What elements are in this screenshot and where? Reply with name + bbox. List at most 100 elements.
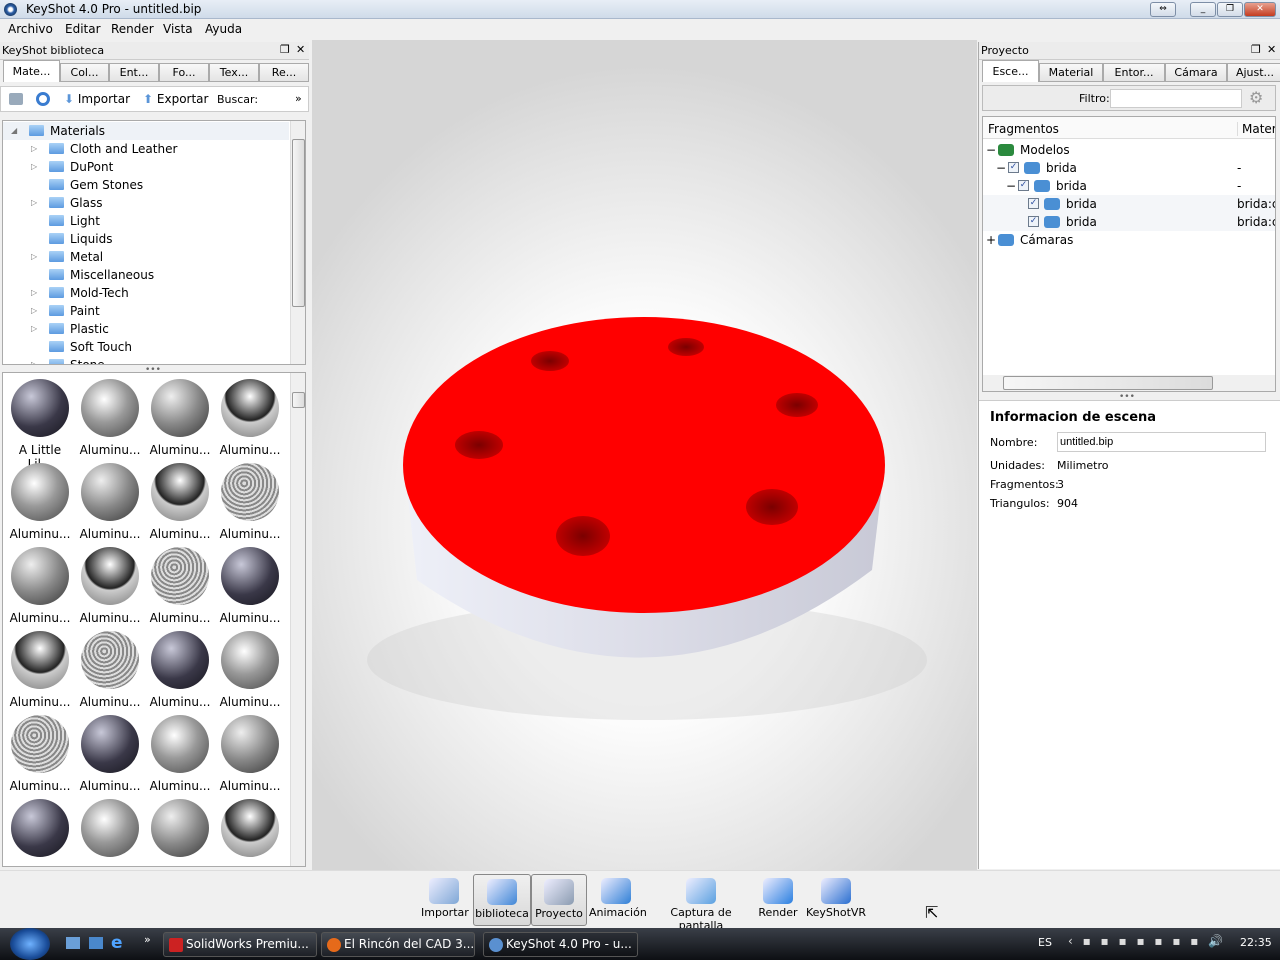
menu-archivo[interactable]: Archivo [8,22,53,36]
material-swatch[interactable] [81,799,139,857]
material-swatch[interactable] [81,631,139,689]
project-tab-4[interactable]: Ajust... [1227,63,1280,82]
restore-size-button[interactable]: ⇔ [1150,2,1176,17]
clock[interactable]: 22:35 [1240,936,1272,949]
expand-icon[interactable]: ▷ [31,158,37,176]
filter-input[interactable] [1110,89,1242,108]
scroll-thumb[interactable] [292,139,305,307]
expand-icon[interactable]: ▷ [31,284,37,302]
material-swatch[interactable] [81,547,139,605]
project-tab-0[interactable]: Esce... [982,60,1039,82]
library-tab-5[interactable]: Re... [259,63,309,82]
library-tab-1[interactable]: Col... [60,63,109,82]
tree-item[interactable]: ▷ Stone [3,356,289,364]
material-swatch[interactable] [221,463,279,521]
add-folder-icon[interactable] [9,93,23,105]
collapse-icon[interactable]: − [1006,177,1016,195]
material-swatch[interactable] [11,463,69,521]
expand-icon[interactable]: ▷ [31,248,37,266]
tree-item[interactable]: Gem Stones [3,176,289,194]
material-swatch[interactable] [151,715,209,773]
visibility-checkbox[interactable]: ✓ [1018,180,1029,191]
material-swatch[interactable] [11,631,69,689]
more-button[interactable]: » [295,92,302,105]
tree-item[interactable]: ▷ Cloth and Leather [3,140,289,158]
expand-icon[interactable]: ▷ [31,356,37,364]
render-viewport[interactable] [312,40,977,870]
language-indicator[interactable]: ES [1038,936,1052,949]
library-tab-0[interactable]: Mate... [3,60,60,82]
column-fragmentos[interactable]: Fragmentos [988,122,1059,136]
float-icon[interactable]: ❐ [1251,43,1261,56]
export-button[interactable]: ⬆ Exportar [143,92,208,106]
library-tab-4[interactable]: Tex... [209,63,259,82]
refresh-icon[interactable] [36,92,50,106]
taskbar-task[interactable]: El Rincón del CAD 3... [321,932,475,957]
material-swatch[interactable] [81,463,139,521]
material-swatch[interactable] [151,547,209,605]
tree-item[interactable]: Miscellaneous [3,266,289,284]
animation-button[interactable]: Animación [589,874,647,926]
internet-explorer-icon[interactable]: e [111,933,123,953]
menu-vista[interactable]: Vista [163,22,193,36]
tree-item[interactable]: ▷ Mold-Tech [3,284,289,302]
fragment-row[interactable]: − ✓ brida - [983,177,1275,195]
expand-icon[interactable]: ▷ [31,194,37,212]
material-swatch[interactable] [81,715,139,773]
taskbar-task[interactable]: SolidWorks Premiu... [163,932,317,957]
material-swatch[interactable] [11,799,69,857]
tree-scrollbar[interactable] [290,121,305,364]
minimize-button[interactable]: _ [1190,2,1216,17]
material-swatch[interactable] [151,631,209,689]
scroll-thumb[interactable] [292,392,305,408]
screenshot-button[interactable]: Captura de pantalla [650,874,752,932]
collapse-icon[interactable]: − [986,141,996,159]
expand-icon[interactable]: ▷ [31,140,37,158]
library-button[interactable]: biblioteca [473,874,531,926]
menu-ayuda[interactable]: Ayuda [205,22,242,36]
fragment-row[interactable]: − Modelos [983,141,1275,159]
tree-root-materials[interactable]: ◢ Materials [3,122,289,140]
tree-item[interactable]: ▷ Paint [3,302,289,320]
material-swatch[interactable] [11,547,69,605]
visibility-checkbox[interactable]: ✓ [1028,216,1039,227]
import-button[interactable]: Importar [421,874,469,926]
material-swatch[interactable] [221,715,279,773]
menu-render[interactable]: Render [111,22,154,36]
visibility-checkbox[interactable]: ✓ [1028,198,1039,209]
close-panel-icon[interactable]: ✕ [1267,43,1276,56]
expand-icon[interactable]: ▷ [31,302,37,320]
project-tab-2[interactable]: Entor... [1103,63,1165,82]
tree-item[interactable]: Light [3,212,289,230]
visibility-checkbox[interactable]: ✓ [1008,162,1019,173]
maximize-button[interactable]: ❐ [1217,2,1243,17]
project-button[interactable]: Proyecto [531,874,587,926]
material-swatch[interactable] [81,379,139,437]
float-icon[interactable]: ❐ [280,43,290,56]
fragment-row[interactable]: ✓ brida brida:c [983,213,1275,231]
name-input[interactable] [1057,432,1266,452]
tree-item[interactable]: Soft Touch [3,338,289,356]
show-desktop-icon[interactable] [66,937,80,949]
material-swatch[interactable] [11,715,69,773]
material-swatch[interactable] [151,799,209,857]
material-swatch[interactable] [221,631,279,689]
fragment-row[interactable]: − ✓ brida - [983,159,1275,177]
fragment-row[interactable]: ✓ brida brida:c [983,195,1275,213]
project-tab-1[interactable]: Material [1039,63,1103,82]
tree-item[interactable]: ▷ Metal [3,248,289,266]
scroll-thumb[interactable] [1003,376,1213,390]
taskbar-task[interactable]: KeyShot 4.0 Pro - u... [483,932,638,957]
close-panel-icon[interactable]: ✕ [296,43,305,56]
import-button[interactable]: ⬇ Importar [64,92,130,106]
tree-item[interactable]: ▷ DuPont [3,158,289,176]
quicklaunch-more[interactable]: » [144,933,151,946]
material-swatch[interactable] [151,379,209,437]
material-swatch[interactable] [11,379,69,437]
expand-icon[interactable]: ▷ [31,320,37,338]
close-button[interactable]: ✕ [1244,2,1276,17]
horizontal-scrollbar[interactable] [983,375,1275,391]
switch-windows-icon[interactable] [89,937,103,949]
grid-scrollbar[interactable] [290,373,305,866]
menu-editar[interactable]: Editar [65,22,101,36]
